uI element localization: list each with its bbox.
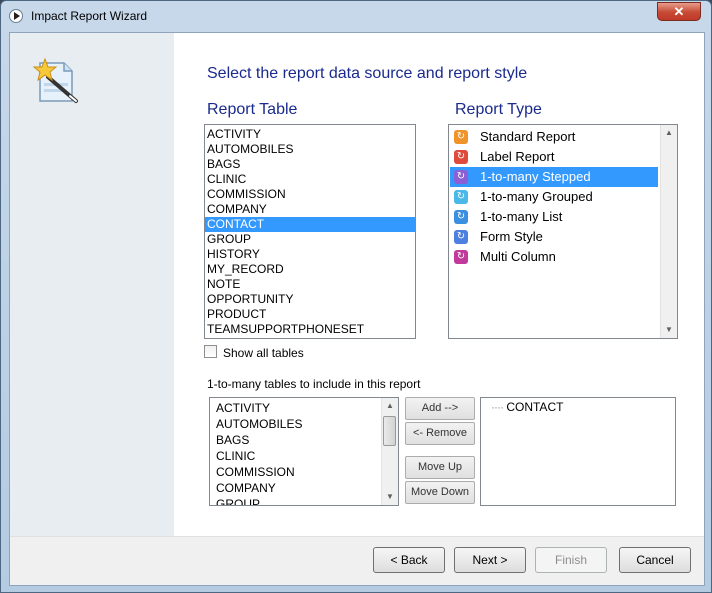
wizard-wand-icon <box>32 57 78 103</box>
list-item[interactable]: GROUP <box>205 232 415 247</box>
list-item[interactable]: COMMISSION <box>214 464 382 480</box>
list-item[interactable]: ACTIVITY <box>214 400 382 416</box>
list-item[interactable]: MY_RECORD <box>205 262 415 277</box>
report-table-label: Report Table <box>207 101 298 118</box>
list-item-label: 1-to-many List <box>480 209 563 224</box>
tree-connector: ···· <box>491 400 504 414</box>
list-item[interactable]: ACTIVITY <box>205 127 415 142</box>
list-report-icon: ↻ <box>454 210 468 224</box>
list-item[interactable]: ↻ Standard Report <box>450 127 658 147</box>
list-item[interactable]: HISTORY <box>205 247 415 262</box>
form-style-icon: ↻ <box>454 230 468 244</box>
list-item[interactable]: TEAMSUPPORTPHONESET <box>205 322 415 337</box>
list-item[interactable]: PRODUCT <box>205 307 415 322</box>
scroll-down-arrow-icon[interactable]: ▼ <box>382 489 398 505</box>
tree-node-label: CONTACT <box>506 400 564 414</box>
scrollbar-thumb[interactable] <box>383 416 396 446</box>
list-item[interactable]: BAGS <box>214 432 382 448</box>
available-tables-scrollbar[interactable]: ▲ ▼ <box>381 398 398 505</box>
scroll-down-arrow-icon[interactable]: ▼ <box>661 322 677 338</box>
cancel-button[interactable]: Cancel <box>619 547 691 573</box>
list-item[interactable]: ↻ 1-to-many Stepped <box>450 167 658 187</box>
wizard-content: Select the report data source and report… <box>174 33 704 536</box>
list-item[interactable]: ↻ Multi Column <box>450 247 658 267</box>
list-item-label: Multi Column <box>480 249 556 264</box>
list-item[interactable]: CONTACT <box>205 217 415 232</box>
included-tables-tree[interactable]: ···· CONTACT <box>480 397 676 506</box>
list-item[interactable]: ↻ 1-to-many Grouped <box>450 187 658 207</box>
report-table-list[interactable]: ACTIVITY AUTOMOBILES BAGS CLINIC COMMISSION C… <box>204 124 416 339</box>
list-item[interactable]: COMPANY <box>205 202 415 217</box>
list-item[interactable]: COMMISSION <box>205 187 415 202</box>
add-button[interactable]: Add --> <box>405 397 475 420</box>
list-item-label: Label Report <box>480 149 555 164</box>
list-item[interactable]: ↻ Label Report <box>450 147 658 167</box>
list-item[interactable]: OPPORTUNITY <box>205 292 415 307</box>
list-item[interactable]: ↻ Form Style <box>450 227 658 247</box>
scroll-up-arrow-icon[interactable]: ▲ <box>382 398 398 414</box>
window-title: Impact Report Wizard <box>31 9 148 23</box>
show-all-tables-label: Show all tables <box>223 346 304 360</box>
wizard-window: Impact Report Wizard ✕ Select the report… <box>0 0 712 593</box>
back-button[interactable]: < Back <box>373 547 445 573</box>
next-button[interactable]: Next > <box>454 547 526 573</box>
remove-button[interactable]: <- Remove <box>405 422 475 445</box>
list-item[interactable]: GROUP <box>214 496 382 505</box>
stepped-report-icon: ↻ <box>454 170 468 184</box>
list-item-label: 1-to-many Stepped <box>480 169 591 184</box>
list-item[interactable]: COMPANY <box>214 480 382 496</box>
one-to-many-label: 1-to-many tables to include in this repo… <box>207 377 421 391</box>
system-menu-icon[interactable] <box>9 9 23 23</box>
list-item-label: Form Style <box>480 229 543 244</box>
standard-report-icon: ↻ <box>454 130 468 144</box>
report-type-label: Report Type <box>455 101 542 118</box>
report-type-scrollbar[interactable]: ▲ ▼ <box>660 125 677 338</box>
available-tables-items: ACTIVITY AUTOMOBILES BAGS CLINIC COMMISSION C… <box>214 400 382 505</box>
finish-button[interactable]: Finish <box>535 547 607 573</box>
list-item-label: 1-to-many Grouped <box>480 189 593 204</box>
move-up-button[interactable]: Move Up <box>405 456 475 479</box>
scroll-up-arrow-icon[interactable]: ▲ <box>661 125 677 141</box>
list-item[interactable]: AUTOMOBILES <box>205 142 415 157</box>
label-report-icon: ↻ <box>454 150 468 164</box>
close-button[interactable]: ✕ <box>657 2 701 21</box>
list-item[interactable]: CLINIC <box>214 448 382 464</box>
report-type-list[interactable]: ↻ Standard Report ↻ Label Report ↻ 1-to-many … <box>448 124 678 339</box>
wizard-sidebar <box>10 33 174 536</box>
page-heading: Select the report data source and report… <box>207 65 528 82</box>
list-item[interactable]: CLINIC <box>205 172 415 187</box>
list-item[interactable]: BAGS <box>205 157 415 172</box>
list-item-label: Standard Report <box>480 129 576 144</box>
list-item[interactable]: AUTOMOBILES <box>214 416 382 432</box>
tree-node[interactable]: ···· CONTACT <box>491 400 563 414</box>
wizard-client-area: Select the report data source and report… <box>9 32 705 586</box>
list-item[interactable]: ↻ 1-to-many List <box>450 207 658 227</box>
multi-column-icon: ↻ <box>454 250 468 264</box>
title-bar: Impact Report Wizard ✕ <box>1 1 711 32</box>
list-item[interactable]: NOTE <box>205 277 415 292</box>
available-tables-list[interactable]: ACTIVITY AUTOMOBILES BAGS CLINIC COMMISSION C… <box>209 397 399 506</box>
show-all-tables-checkbox[interactable] <box>204 345 217 358</box>
wizard-footer: < Back Next > Finish Cancel <box>10 537 704 585</box>
grouped-report-icon: ↻ <box>454 190 468 204</box>
report-type-items: ↻ Standard Report ↻ Label Report ↻ 1-to-many … <box>450 127 658 267</box>
move-down-button[interactable]: Move Down <box>405 481 475 504</box>
